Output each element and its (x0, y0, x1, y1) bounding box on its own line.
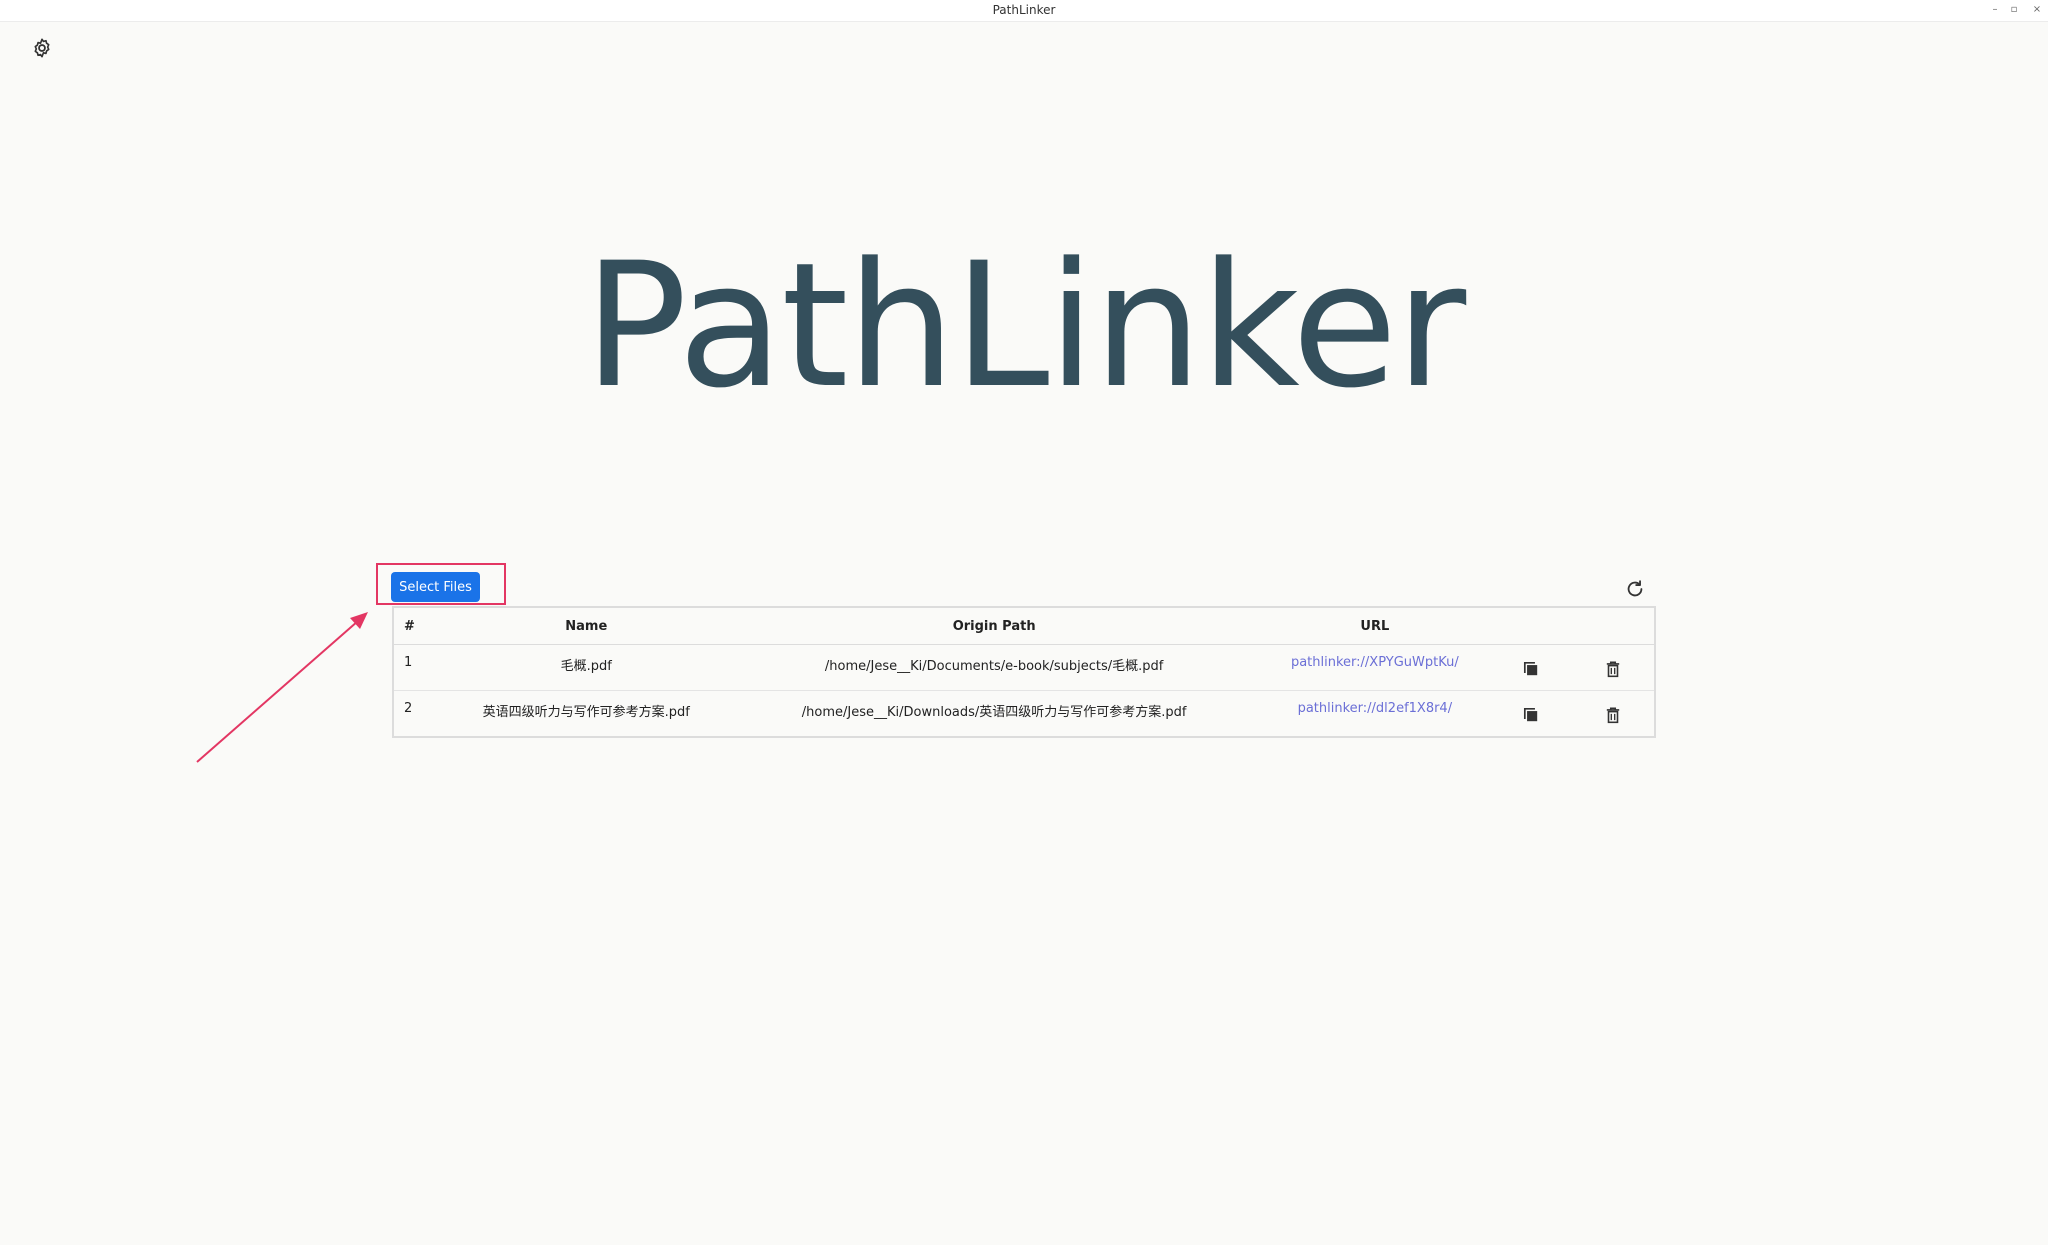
column-header-url: URL (1259, 607, 1490, 645)
row-origin-path: /home/Jese__Ki/Documents/e-book/subjects… (728, 644, 1260, 691)
files-table: # Name Origin Path URL 1 毛概.pdf /home/Je… (392, 606, 1656, 738)
copy-icon[interactable] (1522, 706, 1540, 724)
row-index: 2 (404, 701, 413, 716)
column-header-origin-path: Origin Path (728, 607, 1260, 645)
close-button[interactable]: × (2029, 2, 2045, 18)
minimize-button[interactable]: – (1987, 2, 2003, 18)
copy-icon[interactable] (1522, 660, 1540, 678)
column-header-delete (1571, 607, 1655, 645)
table-header-row: # Name Origin Path URL (393, 607, 1655, 645)
row-file-name: 英语四级听力与写作可参考方案.pdf (482, 705, 690, 720)
trash-icon[interactable] (1604, 660, 1622, 678)
trash-icon[interactable] (1604, 706, 1622, 724)
row-url-link[interactable]: pathlinker://dl2ef1X8r4/ (1298, 701, 1453, 716)
window-titlebar: PathLinker – ▫ × (0, 0, 2048, 22)
row-file-name: 毛概.pdf (444, 644, 729, 691)
column-header-index: # (393, 607, 445, 645)
table-row: 2 英语四级听力与写作可参考方案.pdf /home/Jese__Ki/Down… (393, 691, 1655, 737)
column-header-name: Name (444, 607, 729, 645)
window-title: PathLinker (992, 3, 1056, 17)
settings-gear-icon[interactable] (31, 37, 53, 59)
row-origin-path: /home/Jese__Ki/Downloads/英语四级听力与写作可参考方案.… (801, 705, 1187, 720)
row-index: 1 (393, 644, 445, 691)
app-logo-text: PathLinker (583, 225, 1466, 426)
table-row: 1 毛概.pdf /home/Jese__Ki/Documents/e-book… (393, 644, 1655, 691)
maximize-button[interactable]: ▫ (2006, 2, 2022, 18)
refresh-icon[interactable] (1624, 578, 1646, 600)
row-url-link[interactable]: pathlinker://XPYGuWptKu/ (1291, 655, 1459, 670)
column-header-copy (1489, 607, 1572, 645)
select-files-button[interactable]: Select Files (391, 572, 480, 602)
